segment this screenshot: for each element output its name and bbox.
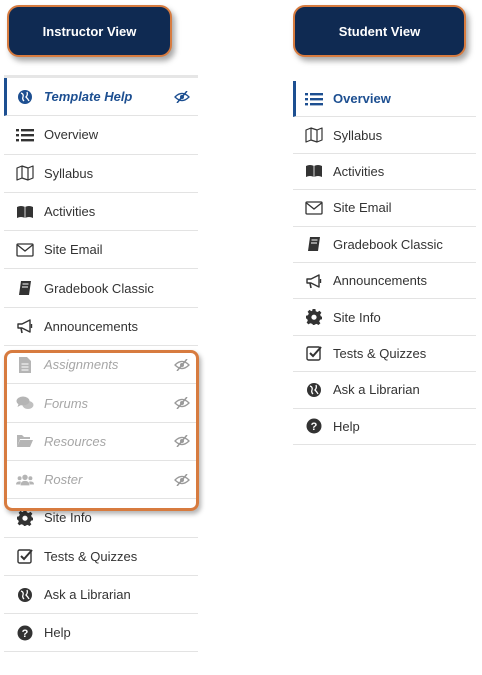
bullhorn-icon [305,272,323,290]
eye-slash-icon[interactable] [174,90,190,104]
menu-item-label: Site Email [333,200,392,216]
question-circle-icon: ? [305,417,323,435]
student-view-badge: Student View [293,5,466,57]
instructor-tool-menu: Template Help Overview Syllabus Activities S… [4,75,198,653]
users-icon [16,471,34,489]
menu-item-label: Ask a Librarian [44,587,131,602]
menu-item-label: Forums [44,395,89,411]
menu-item-label: Overview [44,127,99,143]
instructor-menu-item-assignments[interactable]: Assignments [4,346,198,385]
student-menu-item-announcements[interactable]: Announcements [293,262,476,300]
check-square-icon [305,344,323,362]
student-tool-menu: Overview Syllabus Activities Site Email Grad… [293,81,476,445]
list-icon [16,126,34,144]
instructor-menu-item-gradebook-classic[interactable]: Gradebook Classic [4,269,198,308]
instructor-menu-item-activities[interactable]: Activities [4,192,198,232]
globe-icon [16,586,34,604]
student-menu-item-site-email[interactable]: Site Email [293,190,476,227]
gradebook-icon [16,279,34,297]
instructor-menu-item-announcements[interactable]: Announcements [4,307,198,347]
student-menu-item-site-info[interactable]: Site Info [293,299,476,336]
book-open-icon [16,203,34,221]
instructor-menu-item-site-info[interactable]: Site Info [4,499,198,538]
menu-item-label: Syllabus [333,127,383,143]
instructor-menu-item-template-help[interactable]: Template Help [4,78,198,117]
student-menu-item-ask-a-librarian[interactable]: Ask a Librarian [293,372,476,409]
instructor-menu-item-site-email[interactable]: Site Email [4,231,198,270]
instructor-menu-item-ask-a-librarian[interactable]: Ask a Librarian [4,575,198,615]
menu-item-label: Tests & Quizzes [333,345,427,361]
instructor-menu-item-syllabus[interactable]: Syllabus [4,154,198,193]
comments-icon [16,394,34,412]
eye-slash-icon[interactable] [174,434,190,448]
globe-icon [16,88,34,106]
menu-item-label: Site Email [44,242,103,258]
menu-item-label: Help [44,625,71,641]
menu-item-label: Gradebook Classic [44,280,154,296]
menu-item-label: Assignments [44,357,119,373]
menu-item-label: Syllabus [44,165,94,181]
menu-item-label: Announcements [333,273,427,289]
menu-item-label: Announcements [44,318,138,334]
book-open-icon [305,162,323,180]
instructor-menu-item-overview[interactable]: Overview [4,116,198,155]
menu-item-label: Activities [44,204,96,220]
student-menu-item-overview[interactable]: Overview [293,81,476,118]
menu-item-label: Help [333,418,360,434]
map-icon [16,164,34,182]
menu-item-label: Site Info [333,309,381,325]
instructor-view-label: Instructor View [42,23,137,39]
globe-icon [305,381,323,399]
gear-icon [305,308,323,326]
bullhorn-icon [16,317,34,335]
file-icon [16,356,34,374]
gear-icon [16,509,34,527]
student-menu-item-help[interactable]: ? Help [293,408,476,445]
instructor-view-badge: Instructor View [7,5,172,57]
instructor-menu-item-forums[interactable]: Forums [4,384,198,423]
menu-item-label: Gradebook Classic [333,236,443,252]
menu-item-label: Ask a Librarian [333,382,420,398]
student-menu-item-tests-quizzes[interactable]: Tests & Quizzes [293,335,476,373]
eye-slash-icon[interactable] [174,473,190,487]
list-icon [305,90,323,108]
menu-item-label: Tests & Quizzes [44,548,138,564]
envelope-icon [16,241,34,259]
envelope-icon [305,199,323,217]
instructor-menu-item-help[interactable]: ? Help [4,614,198,653]
menu-item-label: Overview [333,91,391,107]
student-menu-item-syllabus[interactable]: Syllabus [293,117,476,154]
menu-item-label: Resources [44,433,107,449]
menu-item-label: Site Info [44,510,92,526]
menu-item-label: Roster [44,472,83,488]
svg-text:?: ? [311,421,318,433]
folder-open-icon [16,432,34,450]
menu-item-label: Activities [333,163,385,179]
check-square-icon [16,547,34,565]
student-menu-item-gradebook-classic[interactable]: Gradebook Classic [293,226,476,263]
question-circle-icon: ? [16,624,34,642]
student-menu-item-activities[interactable]: Activities [293,153,476,191]
menu-item-label: Template Help [44,89,133,105]
gradebook-icon [305,235,323,253]
svg-text:?: ? [22,628,29,640]
student-view-label: Student View [338,23,421,39]
map-icon [305,126,323,144]
eye-slash-icon[interactable] [174,358,190,372]
instructor-menu-item-tests-quizzes[interactable]: Tests & Quizzes [4,537,198,576]
eye-slash-icon[interactable] [174,396,190,410]
instructor-menu-item-resources[interactable]: Resources [4,422,198,461]
instructor-menu-item-roster[interactable]: Roster [4,460,198,500]
